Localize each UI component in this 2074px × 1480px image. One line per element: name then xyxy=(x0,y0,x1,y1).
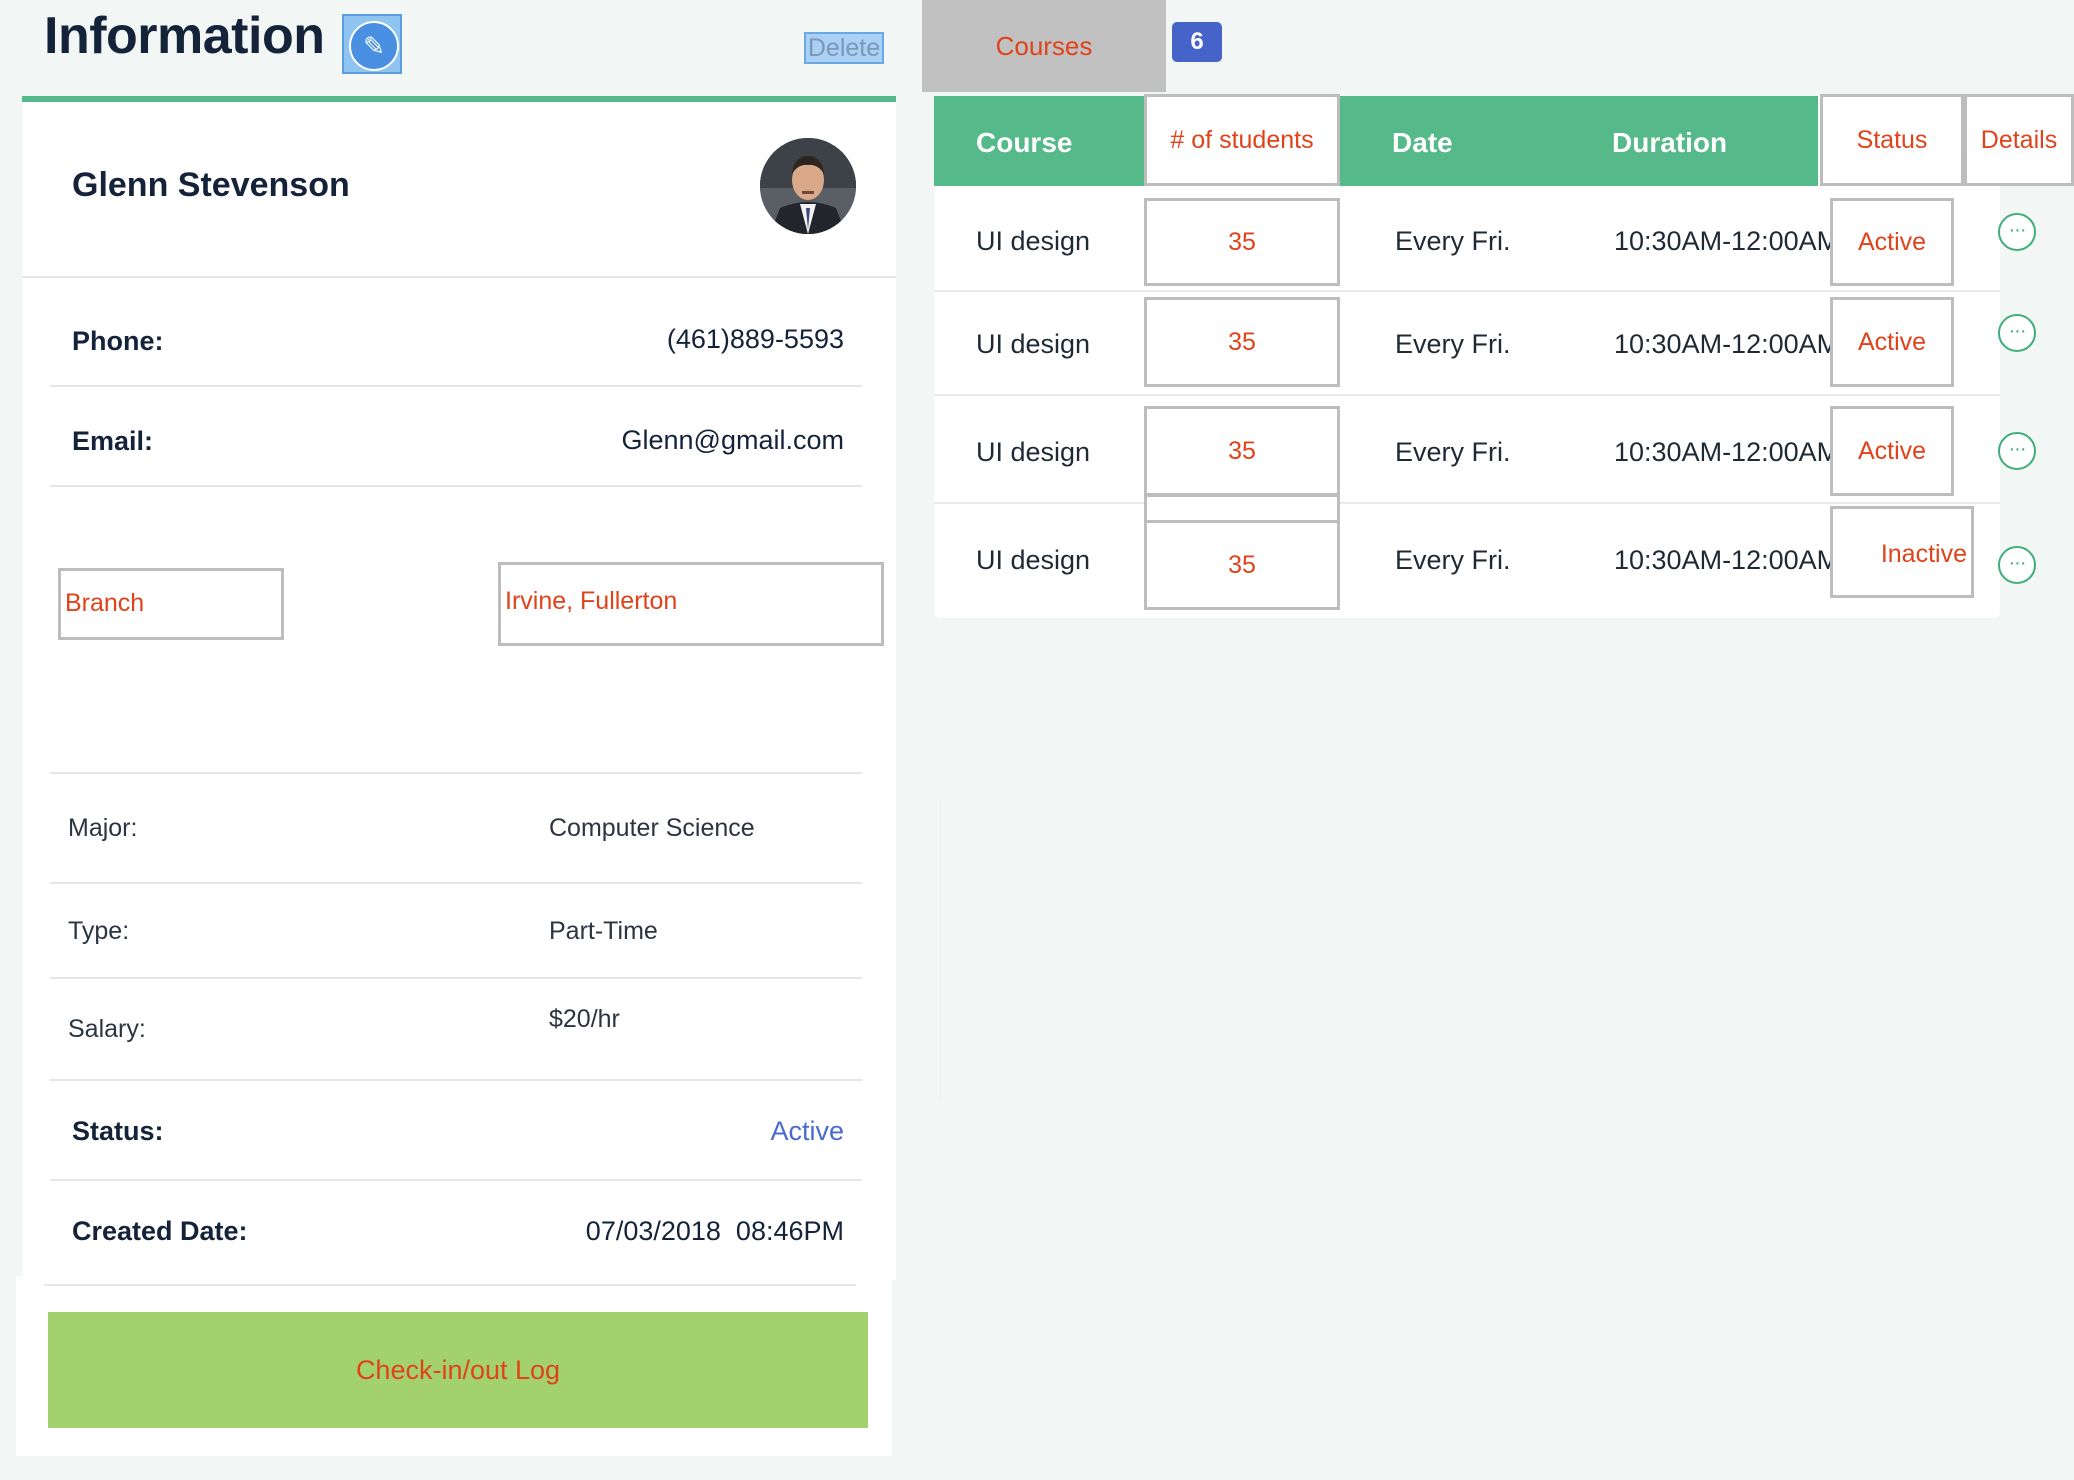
created-date-label: Created Date: xyxy=(72,1216,248,1246)
cell-duration: 10:30AM-12:00AM xyxy=(1614,226,1840,256)
branch-value: Irvine, Fullerton xyxy=(498,562,884,646)
email-value: Glenn@gmail.com xyxy=(621,425,845,455)
row-divider xyxy=(934,394,2000,396)
type-label: Type: xyxy=(68,917,130,945)
cell-status: Active xyxy=(1830,198,1954,286)
cell-duration: 10:30AM-12:00AM xyxy=(1614,437,1840,467)
page-title: Information xyxy=(44,7,325,65)
cell-course: UI design xyxy=(976,437,1091,467)
status-value: Active xyxy=(770,1116,844,1146)
phone-label: Phone: xyxy=(72,326,164,356)
column-header-course[interactable]: Course xyxy=(976,127,1072,159)
cell-students: 35 xyxy=(1144,406,1340,496)
divider xyxy=(50,1079,862,1081)
courses-count-badge: 6 xyxy=(1172,22,1222,62)
cell-duration: 10:30AM-12:00AM xyxy=(1614,545,1840,575)
cell-course: UI design xyxy=(976,226,1091,256)
divider xyxy=(44,1284,856,1286)
cell-course: UI design xyxy=(976,545,1091,575)
edit-button[interactable]: ✎ xyxy=(342,14,402,74)
column-header-date[interactable]: Date xyxy=(1392,127,1453,159)
divider xyxy=(50,485,862,487)
divider xyxy=(50,977,862,979)
status-label: Status: xyxy=(72,1116,164,1146)
cell-date: Every Fri. xyxy=(1395,437,1511,467)
row-divider xyxy=(934,502,2000,504)
divider xyxy=(50,1179,862,1181)
salary-label: Salary: xyxy=(68,1015,146,1043)
pencil-icon: ✎ xyxy=(349,21,399,71)
cell-date: Every Fri. xyxy=(1395,226,1511,256)
column-header-students[interactable]: # of students xyxy=(1144,94,1340,186)
divider xyxy=(50,882,862,884)
more-dots-icon[interactable]: ··· xyxy=(1998,432,2036,470)
tab-courses[interactable]: Courses xyxy=(922,0,1166,92)
cell-students: 35 xyxy=(1144,297,1340,387)
divider xyxy=(22,276,896,278)
cell-course: UI design xyxy=(976,329,1091,359)
cell-students: 35 xyxy=(1144,198,1340,286)
avatar xyxy=(760,138,856,234)
cell-status: Active xyxy=(1830,406,1954,496)
more-dots-icon[interactable]: ··· xyxy=(1998,213,2036,251)
divider xyxy=(50,772,862,774)
cell-status: Active xyxy=(1830,297,1954,387)
column-header-duration[interactable]: Duration xyxy=(1612,127,1727,159)
divider xyxy=(50,385,862,387)
phone-value: (461)889-5593 xyxy=(666,324,844,354)
created-date-value: 07/03/2018 08:46PM xyxy=(585,1216,844,1246)
row-divider xyxy=(934,290,2000,292)
major-value: Computer Science xyxy=(549,814,755,842)
cell-date: Every Fri. xyxy=(1395,329,1511,359)
delete-button[interactable]: Delete xyxy=(804,32,884,64)
profile-name: Glenn Stevenson xyxy=(72,166,350,204)
column-header-details[interactable]: Details xyxy=(1964,94,2074,186)
branch-label: Branch xyxy=(58,568,284,640)
column-header-status[interactable]: Status xyxy=(1820,94,1964,186)
major-label: Major: xyxy=(68,814,138,842)
type-value: Part-Time xyxy=(549,917,658,945)
cell-date: Every Fri. xyxy=(1395,545,1511,575)
more-dots-icon[interactable]: ··· xyxy=(1998,314,2036,352)
cell-duration: 10:30AM-12:00AM xyxy=(1614,329,1840,359)
info-card xyxy=(22,96,896,1280)
cell-status: Inactive xyxy=(1830,506,1974,598)
more-dots-icon[interactable]: ··· xyxy=(1998,546,2036,584)
divider xyxy=(940,800,941,1100)
cell-students: 35 xyxy=(1144,520,1340,610)
email-label: Email: xyxy=(72,426,154,456)
salary-value: $20/hr xyxy=(549,1005,620,1033)
checkin-log-button[interactable]: Check-in/out Log xyxy=(48,1312,868,1428)
